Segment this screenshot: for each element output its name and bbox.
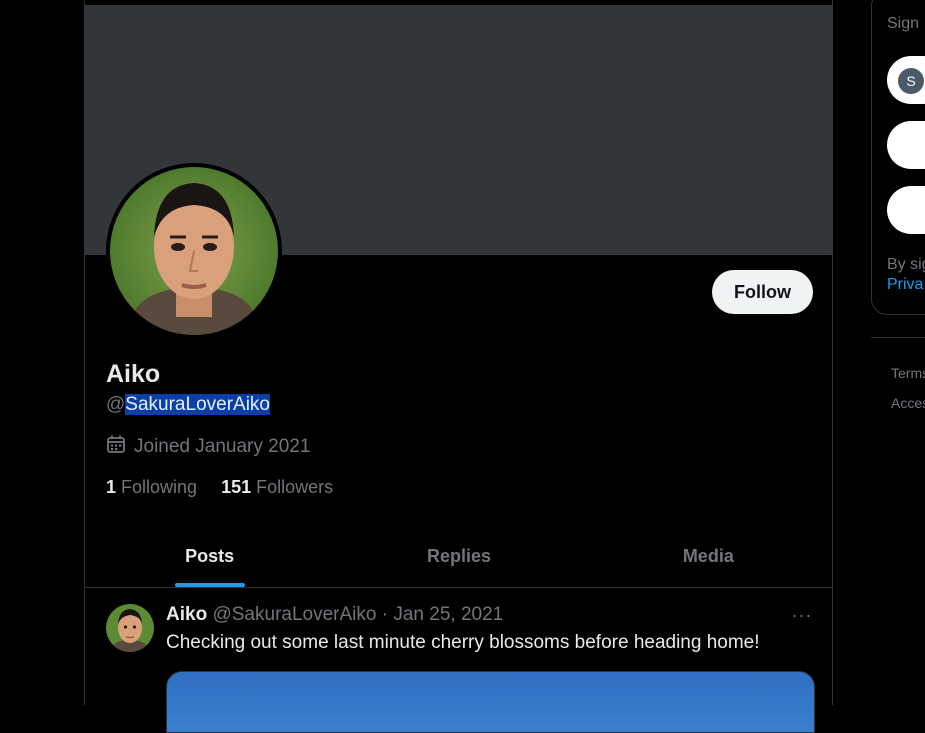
handle-prefix: @ (106, 394, 126, 415)
tweet-header: Aiko @SakuraLoverAiko · Jan 25, 2021 (166, 604, 503, 626)
signup-terms-text: By sig (887, 256, 925, 273)
profile-tabs: Posts Replies Media (85, 525, 833, 588)
joined-text: Joined January 2021 (134, 436, 311, 457)
privacy-link[interactable]: Priva (887, 276, 923, 294)
profile-stats: 1 Following 151 Followers (106, 477, 333, 498)
tweet-media-image[interactable] (166, 671, 815, 733)
following-label: Following (121, 477, 198, 497)
profile-avatar[interactable] (106, 163, 282, 339)
calendar-icon (106, 434, 126, 460)
handle-text: SakuraLoverAiko (125, 394, 270, 415)
account-initial-avatar: S (898, 68, 924, 94)
tweet-text: Checking out some last minute cherry blo… (166, 632, 760, 653)
tweet[interactable]: Aiko @SakuraLoverAiko · Jan 25, 2021 ···… (85, 588, 833, 733)
joined-date: Joined January 2021 (106, 434, 310, 460)
following-link[interactable]: 1 Following (106, 477, 197, 498)
profile-display-name: Aiko (106, 360, 161, 388)
terms-link[interactable]: Terms (891, 365, 925, 381)
tab-label: Replies (426, 545, 491, 566)
following-count: 1 (106, 477, 117, 497)
more-options-icon[interactable]: ··· (791, 604, 813, 626)
profile-column: Follow Aiko @SakuraLoverAiko Joined Janu… (84, 0, 833, 733)
tab-replies[interactable]: Replies (334, 525, 583, 587)
followers-link[interactable]: 151 Followers (221, 477, 333, 498)
tweet-separator: · (381, 604, 389, 625)
tab-posts[interactable]: Posts (85, 525, 334, 587)
followers-label: Followers (256, 477, 334, 497)
tweet-date[interactable]: Jan 25, 2021 (393, 604, 503, 625)
tweet-author-handle[interactable]: @SakuraLoverAiko (212, 604, 376, 625)
signup-heading: Sign (887, 15, 920, 32)
tweet-avatar[interactable] (106, 604, 154, 652)
profile-handle: @SakuraLoverAiko (106, 394, 270, 416)
active-tab-indicator (174, 583, 245, 587)
tab-label: Media (682, 545, 734, 566)
tab-label: Posts (185, 545, 235, 566)
followers-count: 151 (221, 477, 252, 497)
tab-media[interactable]: Media (584, 525, 833, 587)
accessibility-link[interactable]: Acces (891, 395, 925, 411)
sidebar-divider (871, 337, 925, 338)
follow-button[interactable]: Follow (712, 270, 813, 314)
tweet-author-name[interactable]: Aiko (166, 604, 207, 625)
